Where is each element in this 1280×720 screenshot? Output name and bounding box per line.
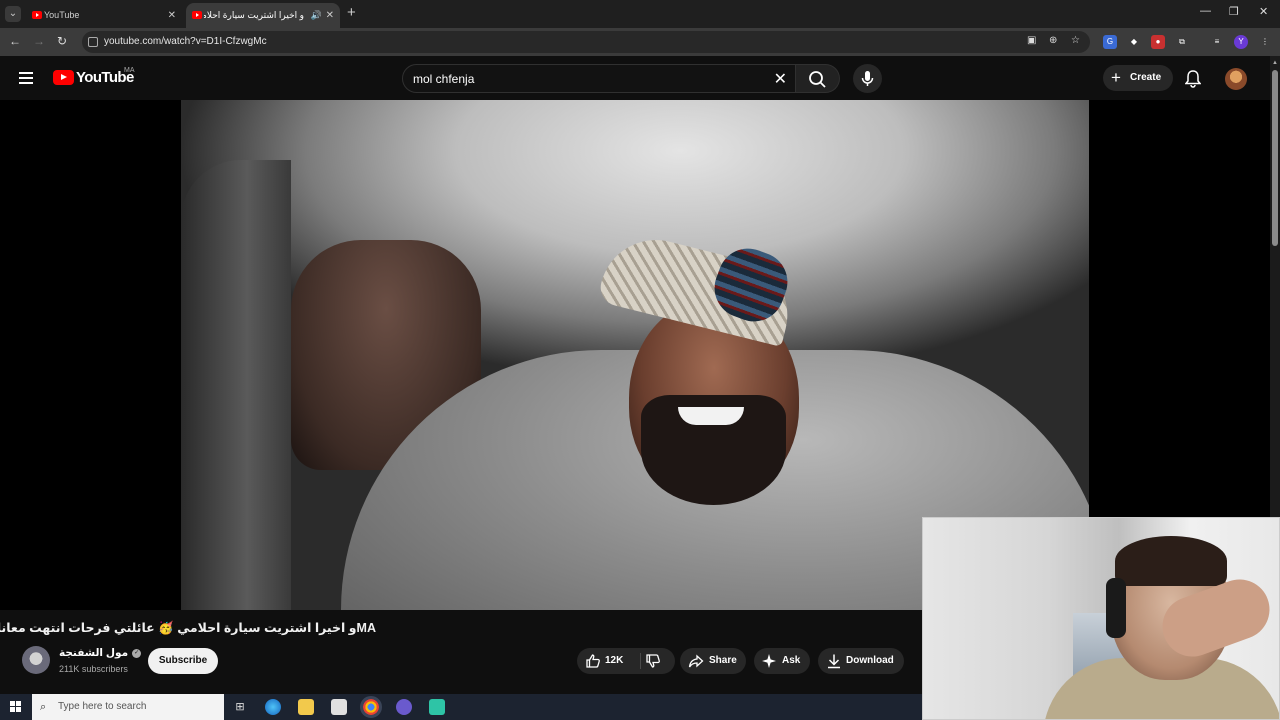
edge-browser-icon[interactable] [265,699,281,715]
close-tab-icon[interactable]: ✕ [326,3,334,28]
webcam-person-hair [1115,536,1227,586]
search-icon [809,71,826,88]
close-window-icon[interactable]: ✕ [1259,5,1268,18]
file-explorer-icon[interactable] [298,699,314,715]
channel-name: مول الشفنجة [59,647,129,659]
verified-check-icon: ✓ [132,648,142,658]
country-code: MA [124,67,135,74]
webcam-overlay [922,517,1280,720]
cast-icon[interactable]: ▣ [1027,35,1036,46]
site-info-icon[interactable] [88,37,98,47]
headphones-icon [1106,578,1126,638]
like-button[interactable]: 12K [585,648,637,674]
task-view-icon[interactable]: ⊞ [232,699,248,715]
extensions-puzzle-icon[interactable]: ⧉ [1175,35,1189,49]
channel-avatar[interactable] [22,646,50,674]
url-text: youtube.com/watch?v=D1I-CfzwgMc [104,36,267,47]
forward-icon[interactable]: → [33,34,45,48]
plus-icon: + [1111,68,1121,87]
channel-name-row[interactable]: مول الشفنجة ✓ [59,647,142,659]
zoom-icon[interactable]: ⊕ [1049,35,1057,46]
browser-tab-strip: ⌄ YouTube ✕ و اخيرا اشتريت سيارة احلامي … [0,0,1280,28]
youtube-favicon-icon [192,11,202,19]
hamburger-menu-icon[interactable] [19,72,33,87]
download-icon [828,654,840,669]
extension-diamond-icon[interactable]: ◆ [1127,35,1141,49]
like-count: 12K [605,655,624,666]
back-icon[interactable]: ← [9,34,21,48]
youtube-header: YouTube MA ✕ + Create [0,56,1270,100]
create-button[interactable]: + Create [1103,65,1173,91]
reading-list-icon[interactable]: ≡ [1210,35,1224,49]
bookmark-star-icon[interactable]: ☆ [1071,35,1080,46]
download-label: Download [846,655,894,666]
person-smile [678,407,744,425]
thumbs-down-icon [646,654,660,668]
video-info: MAو اخيرا اشتريت سيارة احلامي 🥳 عائلتي ف… [0,610,922,686]
create-label: Create [1130,72,1162,83]
restore-icon[interactable]: ❐ [1229,5,1239,18]
search-input[interactable] [413,70,753,88]
share-arrow-icon [688,654,704,668]
download-button[interactable]: Download [818,648,904,674]
subscriber-count: 211K subscribers [59,664,128,674]
share-label: Share [709,655,737,666]
video-title: MAو اخيرا اشتريت سيارة احلامي 🥳 عائلتي ف… [0,621,376,635]
new-tab-icon[interactable]: + [347,4,356,21]
voice-search-button[interactable] [853,64,882,93]
extension-red-icon[interactable]: ● [1151,35,1165,49]
tab-video[interactable]: و اخيرا اشتريت سيارة احلامي ! 🔊 ✕ [186,3,340,28]
microsoft-store-icon[interactable] [331,699,347,715]
discord-icon[interactable] [396,699,412,715]
windows-start-icon[interactable] [10,701,22,713]
scroll-up-icon[interactable]: ▲ [1272,60,1278,66]
thumbs-up-icon [586,654,600,668]
tab-youtube[interactable]: YouTube ✕ [26,3,182,28]
microphone-icon [861,71,874,86]
search-box[interactable]: ✕ [402,64,796,93]
youtube-favicon-icon [32,11,42,19]
subscribe-button[interactable]: Subscribe [148,648,218,674]
youtube-play-icon [53,70,74,85]
car-pillar [181,160,291,610]
app-green-icon[interactable] [429,699,445,715]
minimize-icon[interactable]: — [1200,5,1211,17]
close-tab-icon[interactable]: ✕ [168,3,176,28]
account-avatar[interactable] [1225,68,1247,90]
ask-label: Ask [782,655,801,666]
menu-kebab-icon[interactable]: ⋮ [1258,35,1272,49]
notifications-bell-icon[interactable] [1184,70,1202,93]
chrome-browser-icon[interactable] [360,696,382,718]
like-dislike-group: 12K [577,648,675,674]
profile-avatar-icon[interactable]: Y [1234,35,1248,49]
audio-playing-icon[interactable]: 🔊 [311,3,322,28]
share-button[interactable]: Share [680,648,746,674]
taskbar-search-box[interactable]: ⌕ Type here to search [32,694,224,720]
clear-search-icon[interactable]: ✕ [774,69,787,89]
sparkle-icon [762,654,776,668]
address-bar[interactable]: youtube.com/watch?v=D1I-CfzwgMc [82,31,1090,53]
browser-toolbar: ← → ↻ youtube.com/watch?v=D1I-CfzwgMc ▣ … [0,28,1280,56]
tab-label: و اخيرا اشتريت سيارة احلامي ! [204,10,304,20]
like-divider [640,653,641,669]
dislike-button[interactable] [643,648,673,674]
search-icon: ⌕ [40,701,47,713]
search-button[interactable] [796,64,840,93]
tab-label: YouTube [44,10,80,20]
reload-icon[interactable]: ↻ [57,34,67,48]
taskbar-search-placeholder: Type here to search [58,701,147,712]
ask-button[interactable]: Ask [754,648,810,674]
scrollbar-thumb[interactable] [1272,70,1278,246]
tab-search-chevron-icon[interactable]: ⌄ [5,6,21,22]
translate-extension-icon[interactable]: G [1103,35,1117,49]
